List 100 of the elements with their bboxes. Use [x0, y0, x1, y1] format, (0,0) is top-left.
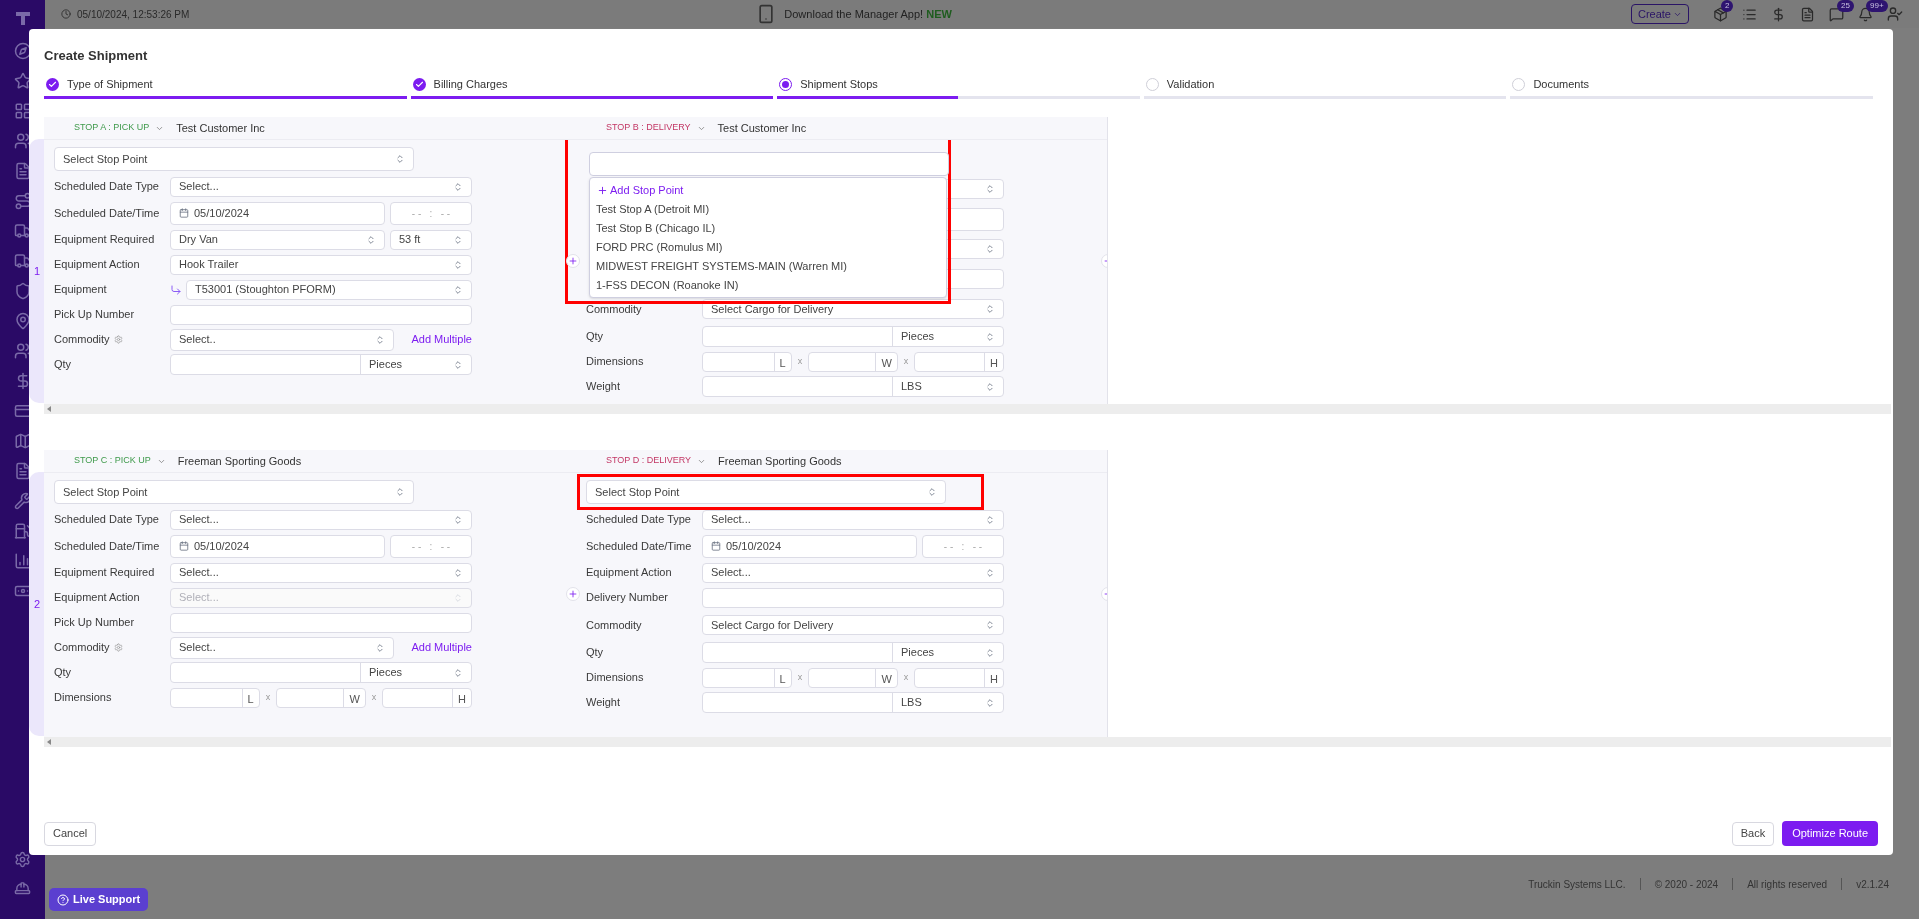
- stop-group-number: 1: [34, 263, 41, 279]
- dropdown-option[interactable]: FORD PRC (Romulus MI): [590, 238, 946, 257]
- user-icon[interactable]: [1887, 6, 1903, 22]
- field-label: Commodity: [586, 301, 642, 317]
- select-field[interactable]: Select Stop Point: [54, 480, 414, 504]
- route-icon[interactable]: [13, 192, 32, 210]
- count-badge: 2: [1721, 0, 1734, 12]
- field-label: Dimensions: [586, 670, 644, 686]
- step-tab[interactable]: Type of Shipment: [44, 75, 407, 99]
- field-label: Commodity: [54, 332, 110, 348]
- people-icon[interactable]: [13, 342, 32, 360]
- select-field[interactable]: Select...: [702, 562, 1004, 583]
- add-multiple-link[interactable]: Add Multiple: [411, 639, 472, 656]
- select-field[interactable]: Select..: [170, 636, 394, 659]
- horizontal-scrollbar[interactable]: [44, 737, 1891, 747]
- chevron-icon: [453, 284, 463, 295]
- select-field[interactable]: Dry Van: [170, 229, 385, 250]
- dropdown-option[interactable]: Test Stop B (Chicago IL): [590, 219, 946, 238]
- settings-icon[interactable]: [14, 851, 31, 868]
- field-label: Dimensions: [586, 354, 644, 370]
- star-icon[interactable]: [13, 72, 32, 90]
- horizontal-scrollbar[interactable]: [44, 404, 1891, 414]
- people-icon[interactable]: [13, 132, 32, 150]
- step-tab[interactable]: Billing Charges: [410, 75, 774, 99]
- select-field[interactable]: Select...: [702, 509, 1004, 530]
- chat-icon[interactable]: [1829, 6, 1844, 22]
- input-field[interactable]: [702, 587, 1004, 608]
- fuel-pump-icon[interactable]: [13, 522, 32, 540]
- input-field[interactable]: [170, 612, 472, 633]
- dimension-input[interactable]: W: [808, 667, 898, 688]
- customer-name: Freeman Sporting Goods: [177, 453, 302, 469]
- back-button[interactable]: Back: [1731, 821, 1775, 846]
- add-stop-point-item[interactable]: Add Stop Point: [590, 180, 946, 200]
- optimize-route-button[interactable]: Optimize Route: [1782, 821, 1878, 846]
- field-label: Equipment Required: [54, 232, 155, 248]
- step-tab[interactable]: Shipment Stops: [777, 75, 1140, 99]
- dimension-input[interactable]: W: [808, 351, 898, 372]
- field-label: Scheduled Date Type: [586, 512, 691, 528]
- input-field[interactable]: [170, 304, 472, 325]
- select-field[interactable]: 53 ft: [390, 229, 472, 250]
- cancel-button[interactable]: Cancel: [44, 821, 97, 846]
- dropdown-option[interactable]: 1-FSS DECON (Roanoke IN): [590, 276, 946, 295]
- box-icon[interactable]: [1713, 6, 1728, 22]
- select-field[interactable]: Select...: [170, 176, 472, 197]
- chevron-icon: [985, 304, 995, 314]
- select-field[interactable]: Select..: [170, 328, 394, 351]
- dimension-input[interactable]: H: [382, 687, 472, 708]
- shield-icon[interactable]: [13, 282, 32, 300]
- stop-type-label: STOP D : DELIVERY: [606, 454, 692, 468]
- select-field[interactable]: Select...: [170, 509, 472, 530]
- select-field[interactable]: Select Stop Point: [54, 147, 414, 171]
- times-sign: x: [903, 354, 909, 368]
- bell-icon[interactable]: [1858, 6, 1873, 22]
- dimension-input[interactable]: L: [170, 687, 260, 708]
- chevron-icon: [927, 487, 937, 497]
- dimension-input[interactable]: H: [914, 351, 1004, 372]
- document-icon[interactable]: [13, 162, 32, 180]
- select-field[interactable]: Select Stop Point: [586, 480, 946, 504]
- step-tab[interactable]: Documents: [1510, 75, 1873, 99]
- add-stop-button[interactable]: [566, 587, 580, 601]
- date-field[interactable]: 05/10/2024: [170, 534, 385, 558]
- dimension-input[interactable]: H: [914, 667, 1004, 688]
- date-field[interactable]: 05/10/2024: [170, 201, 385, 225]
- select-field[interactable]: Select Cargo for Delivery: [702, 615, 1004, 635]
- chevron-icon: [985, 184, 995, 194]
- stop-type-label: STOP C : PICK UP: [74, 454, 151, 468]
- select-field[interactable]: Hook Trailer: [170, 254, 472, 275]
- field-label: Scheduled Date Type: [54, 512, 159, 528]
- chevron-icon: [453, 514, 463, 525]
- select-field[interactable]: Select...: [170, 562, 472, 583]
- bar-chart-icon[interactable]: [13, 552, 32, 570]
- chevron-icon: [985, 567, 995, 578]
- help-icon: [57, 893, 69, 906]
- add-stop-button[interactable]: [566, 254, 580, 268]
- chevron-icon: [985, 620, 995, 630]
- wrench-icon[interactable]: [13, 492, 32, 510]
- promo-text[interactable]: Download the Manager App! NEW: [784, 5, 952, 23]
- live-support-button[interactable]: Live Support: [49, 888, 149, 911]
- create-button[interactable]: Create: [1630, 4, 1689, 24]
- times-sign: x: [265, 690, 271, 704]
- chevron-icon: [395, 487, 405, 497]
- dimension-input[interactable]: W: [276, 687, 366, 708]
- add-multiple-link[interactable]: Add Multiple: [411, 331, 472, 348]
- list-icon[interactable]: [1742, 6, 1757, 22]
- step-tab[interactable]: Validation: [1143, 75, 1507, 99]
- select-field[interactable]: T53001 (Stoughton PFORM): [186, 279, 472, 300]
- helmet-icon[interactable]: [14, 880, 31, 897]
- dimension-input[interactable]: L: [702, 351, 792, 372]
- map-icon[interactable]: [13, 432, 32, 450]
- field-label: Pick Up Number: [54, 615, 135, 631]
- map-pin-icon[interactable]: [13, 312, 32, 330]
- dropdown-option[interactable]: MIDWEST FREIGHT SYSTEMS-MAIN (Warren MI): [590, 257, 946, 276]
- dimension-input[interactable]: L: [702, 667, 792, 688]
- compass-icon[interactable]: [13, 42, 32, 60]
- grid-icon[interactable]: [13, 102, 32, 120]
- date-field[interactable]: 05/10/2024: [702, 534, 917, 558]
- document-icon[interactable]: [13, 462, 32, 480]
- dropdown-option[interactable]: Test Stop A (Detroit MI): [590, 200, 946, 219]
- copyright-text: © 2020 - 2024: [1654, 877, 1719, 892]
- times-sign: x: [371, 690, 377, 704]
